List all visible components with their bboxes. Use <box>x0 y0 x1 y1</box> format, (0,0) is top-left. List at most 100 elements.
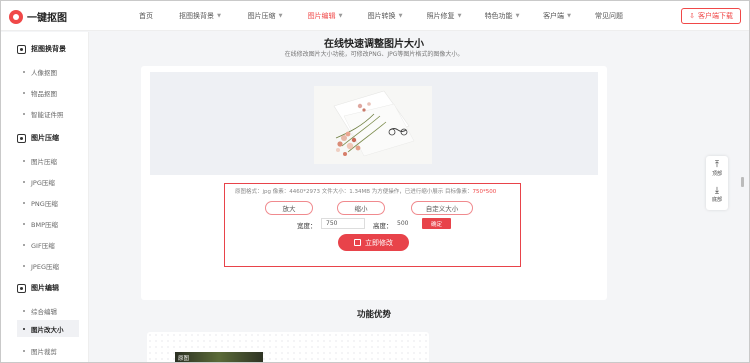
client-download-button[interactable]: ⇩ 客户端下载 <box>681 8 741 24</box>
app-window: 一键抠图 首页 抠图换背景 ▼ 图片压缩 ▼ 图片编辑 ▼ 图片转换 ▼ 照片修复 ▼ 特… <box>0 0 750 363</box>
bullet-icon <box>23 310 25 312</box>
sidebar-item-crop[interactable]: 图片裁剪 <box>23 346 57 356</box>
resize-edit-panel: 原图格式：jpg 像素：4460*2973 文件大小：1.34MB 为方便操作，… <box>224 183 521 267</box>
nav-edit[interactable]: 图片编辑 ▼ <box>295 1 355 31</box>
download-label: 客户端下载 <box>698 12 733 20</box>
sidebar-item-bmp-compress[interactable]: BMP压缩 <box>23 219 58 229</box>
item-label: 综合编辑 <box>31 308 57 316</box>
item-label: 图片压缩 <box>31 158 57 166</box>
floating-nav: ⤒ 顶部 ⤓ 底部 <box>706 156 728 210</box>
nav-home[interactable]: 首页 <box>127 1 165 31</box>
bullet-icon <box>23 113 25 115</box>
width-label: 宽度： <box>297 222 317 230</box>
feature-card: 原图 <box>147 332 429 362</box>
apply-now-button[interactable]: 立即修改 <box>338 234 409 251</box>
nav-label: 照片修复 <box>426 12 455 20</box>
height-value: 500 <box>397 220 409 227</box>
item-label: 物品抠图 <box>31 90 57 98</box>
sidebar-item-jpg-compress[interactable]: JPG压缩 <box>23 177 55 187</box>
nav-label: 常见问题 <box>595 12 623 20</box>
sidebar-item-object[interactable]: 物品抠图 <box>23 88 57 98</box>
scroll-top-button[interactable]: ⤒ 顶部 <box>706 160 728 177</box>
nav-label: 图片转换 <box>367 12 396 20</box>
logo-icon <box>9 9 23 24</box>
nav-label: 抠图换背景 <box>179 12 215 20</box>
scroll-top-label: 顶部 <box>711 171 722 177</box>
sidebar-item-general-edit[interactable]: 综合编辑 <box>23 306 57 316</box>
bullet-icon <box>23 327 25 330</box>
item-label: 图片改大小 <box>31 325 64 334</box>
section-title: 图片压缩 <box>31 134 59 142</box>
bullet-icon <box>23 92 25 94</box>
bullet-icon <box>23 244 25 246</box>
nav-repair[interactable]: 照片修复 ▼ <box>415 1 473 31</box>
nav-cutout[interactable]: 抠图换背景 ▼ <box>165 1 235 31</box>
preview-image <box>314 86 432 164</box>
sidebar-item-png-compress[interactable]: PNG压缩 <box>23 198 58 208</box>
arrow-up-icon: ⤒ <box>715 160 719 170</box>
chevron-down-icon: ▼ <box>398 13 403 19</box>
bullet-icon <box>23 181 25 183</box>
sidebar-item-gif-compress[interactable]: GIF压缩 <box>23 240 55 250</box>
chevron-down-icon: ▼ <box>278 13 283 19</box>
item-label: 智能证件照 <box>31 111 64 119</box>
apply-label: 立即修改 <box>365 238 393 247</box>
edit-icon <box>17 283 26 293</box>
image-info: 原图格式：jpg 像素：4460*2973 文件大小：1.34MB 为方便操作，… <box>235 187 496 195</box>
confirm-button[interactable]: 确定 <box>422 218 451 229</box>
arrow-down-icon: ⤓ <box>715 186 719 196</box>
item-label: JPEG压缩 <box>31 263 59 271</box>
shrink-button[interactable]: 缩小 <box>337 201 385 215</box>
compress-icon <box>17 133 26 143</box>
nav-label: 客户端 <box>543 12 565 20</box>
sidebar-item-portrait[interactable]: 人像抠图 <box>23 67 57 77</box>
sidebar-item-image-compress[interactable]: 图片压缩 <box>23 156 57 166</box>
custom-size-button[interactable]: 自定义大小 <box>411 201 473 215</box>
image-info-text: 原图格式：jpg 像素：4460*2973 文件大小：1.34MB 为方便操作，… <box>235 189 473 195</box>
height-input[interactable]: 500 <box>397 218 417 229</box>
bullet-icon <box>23 160 25 162</box>
thumbnail-label: 原图 <box>178 356 190 362</box>
width-input[interactable]: 750 <box>321 218 365 229</box>
item-label: GIF压缩 <box>31 242 55 250</box>
sidebar-section-edit[interactable]: 图片编辑 <box>17 283 59 293</box>
brand-name: 一键抠图 <box>27 13 67 24</box>
sidebar-section-compress[interactable]: 图片压缩 <box>17 133 59 143</box>
sidebar-item-id-photo[interactable]: 智能证件照 <box>23 109 64 119</box>
target-pixels: 750*500 <box>472 189 497 195</box>
bullet-icon <box>23 71 25 73</box>
scroll-bottom-label: 底部 <box>711 197 722 203</box>
original-thumbnail: 原图 <box>175 352 263 362</box>
nav-convert[interactable]: 图片转换 ▼ <box>355 1 415 31</box>
chevron-down-icon: ▼ <box>217 13 221 19</box>
chevron-down-icon: ▼ <box>567 13 571 19</box>
option-label: 放大 <box>282 205 296 213</box>
nav-compress[interactable]: 图片压缩 ▼ <box>235 1 295 31</box>
bullet-icon <box>23 265 25 267</box>
sidebar-item-resize[interactable]: 图片改大小 <box>17 320 79 337</box>
section-title: 抠图换背景 <box>31 45 66 53</box>
nav-label: 特色功能 <box>484 12 513 20</box>
chevron-down-icon: ▼ <box>338 13 343 19</box>
sidebar-section-cutout[interactable]: 抠图换背景 <box>17 44 66 54</box>
scrollbar-thumb[interactable] <box>741 177 744 187</box>
main-content: 在线快速调整图片大小 在线修改图片大小功能，可修改PNG、JPG等图片格式的图像… <box>89 32 749 362</box>
image-preview-area <box>150 72 598 175</box>
sidebar-item-jpeg-compress[interactable]: JPEG压缩 <box>23 261 59 271</box>
brand-logo[interactable]: 一键抠图 <box>9 9 67 24</box>
nav-features[interactable]: 特色功能 ▼ <box>473 1 531 31</box>
bullet-icon <box>23 350 25 352</box>
sidebar: 抠图换背景 人像抠图 物品抠图 智能证件照 图片压缩 图片压缩 JPG压缩 PN… <box>1 32 89 362</box>
nav-faq[interactable]: 常见问题 <box>583 1 635 31</box>
section-title: 图片编辑 <box>31 284 59 292</box>
flowers-photo-icon <box>314 86 432 164</box>
scroll-bottom-button[interactable]: ⤓ 底部 <box>706 186 728 203</box>
width-value: 750 <box>326 220 338 227</box>
resize-card: 原图格式：jpg 像素：4460*2973 文件大小：1.34MB 为方便操作，… <box>141 66 607 300</box>
nav-label: 图片压缩 <box>247 12 276 20</box>
enlarge-button[interactable]: 放大 <box>265 201 313 215</box>
advantages-title: 功能优势 <box>356 310 391 320</box>
chevron-down-icon: ▼ <box>515 13 520 19</box>
nav-client[interactable]: 客户端 ▼ <box>531 1 583 31</box>
item-label: 图片裁剪 <box>31 348 57 356</box>
